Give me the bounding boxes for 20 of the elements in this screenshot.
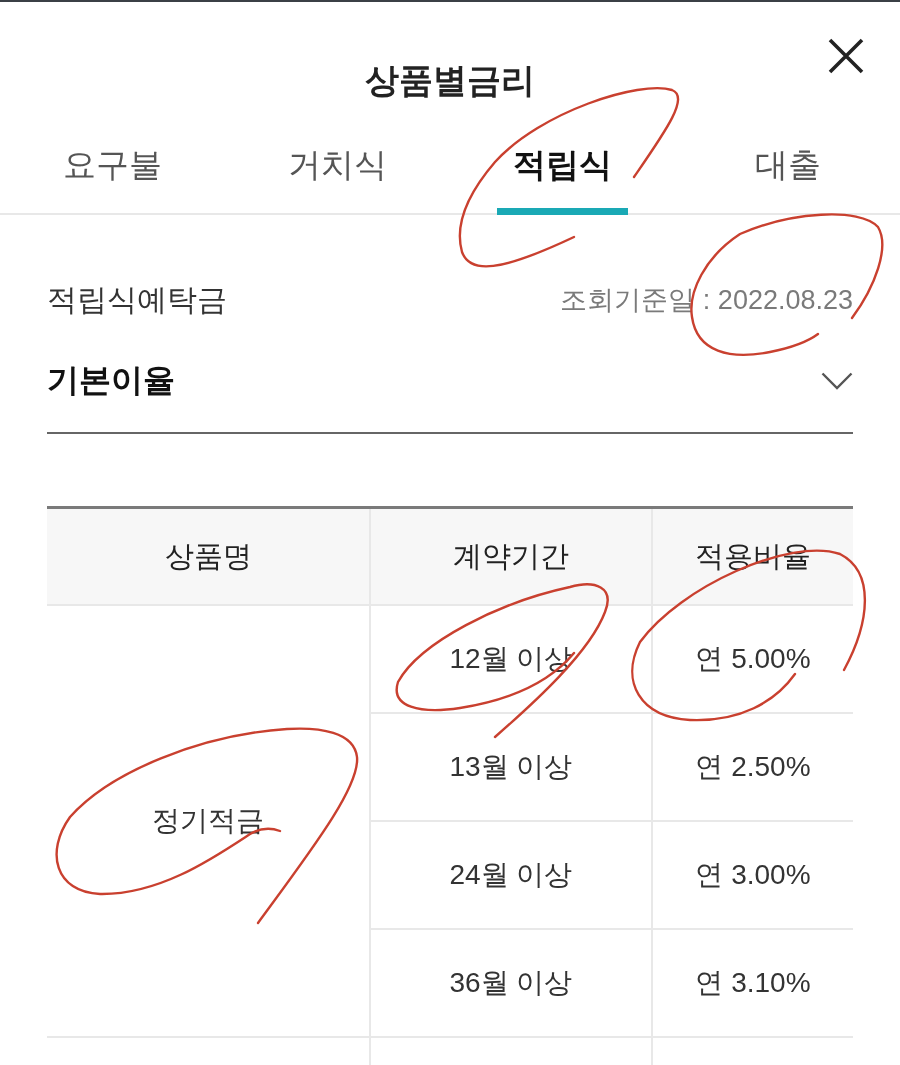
tab[interactable]: 적립식 [450,118,675,213]
table-cell: 정기적금 [47,604,369,1036]
table-cell: 연 3.00% [651,820,853,928]
tab[interactable]: 거치식 [225,118,450,213]
close-button[interactable] [828,38,864,74]
tab[interactable]: 대출 [675,118,900,213]
close-icon [828,38,864,74]
dialog-title: 상품별금리 [365,60,535,100]
table-cell: 연 5.00% [651,604,853,712]
reference-date: 조회기준일 : 2022.08.23 [560,284,853,317]
table-cell: 36월 이상 [369,928,651,1036]
table-cell: 24월 이상 [369,820,651,928]
table-cell: 연 3.10% [651,928,853,1036]
column-header: 상품명 [47,509,369,604]
table-cell: 연 2.50% [651,712,853,820]
table-cell: 13월 이상 [369,712,651,820]
column-header: 계약기간 [369,509,651,604]
category-label: 적립식예탁금 [47,282,227,318]
rate-type-dropdown[interactable]: 기본이율 [47,360,853,434]
tab[interactable]: 요구불 [0,118,225,213]
